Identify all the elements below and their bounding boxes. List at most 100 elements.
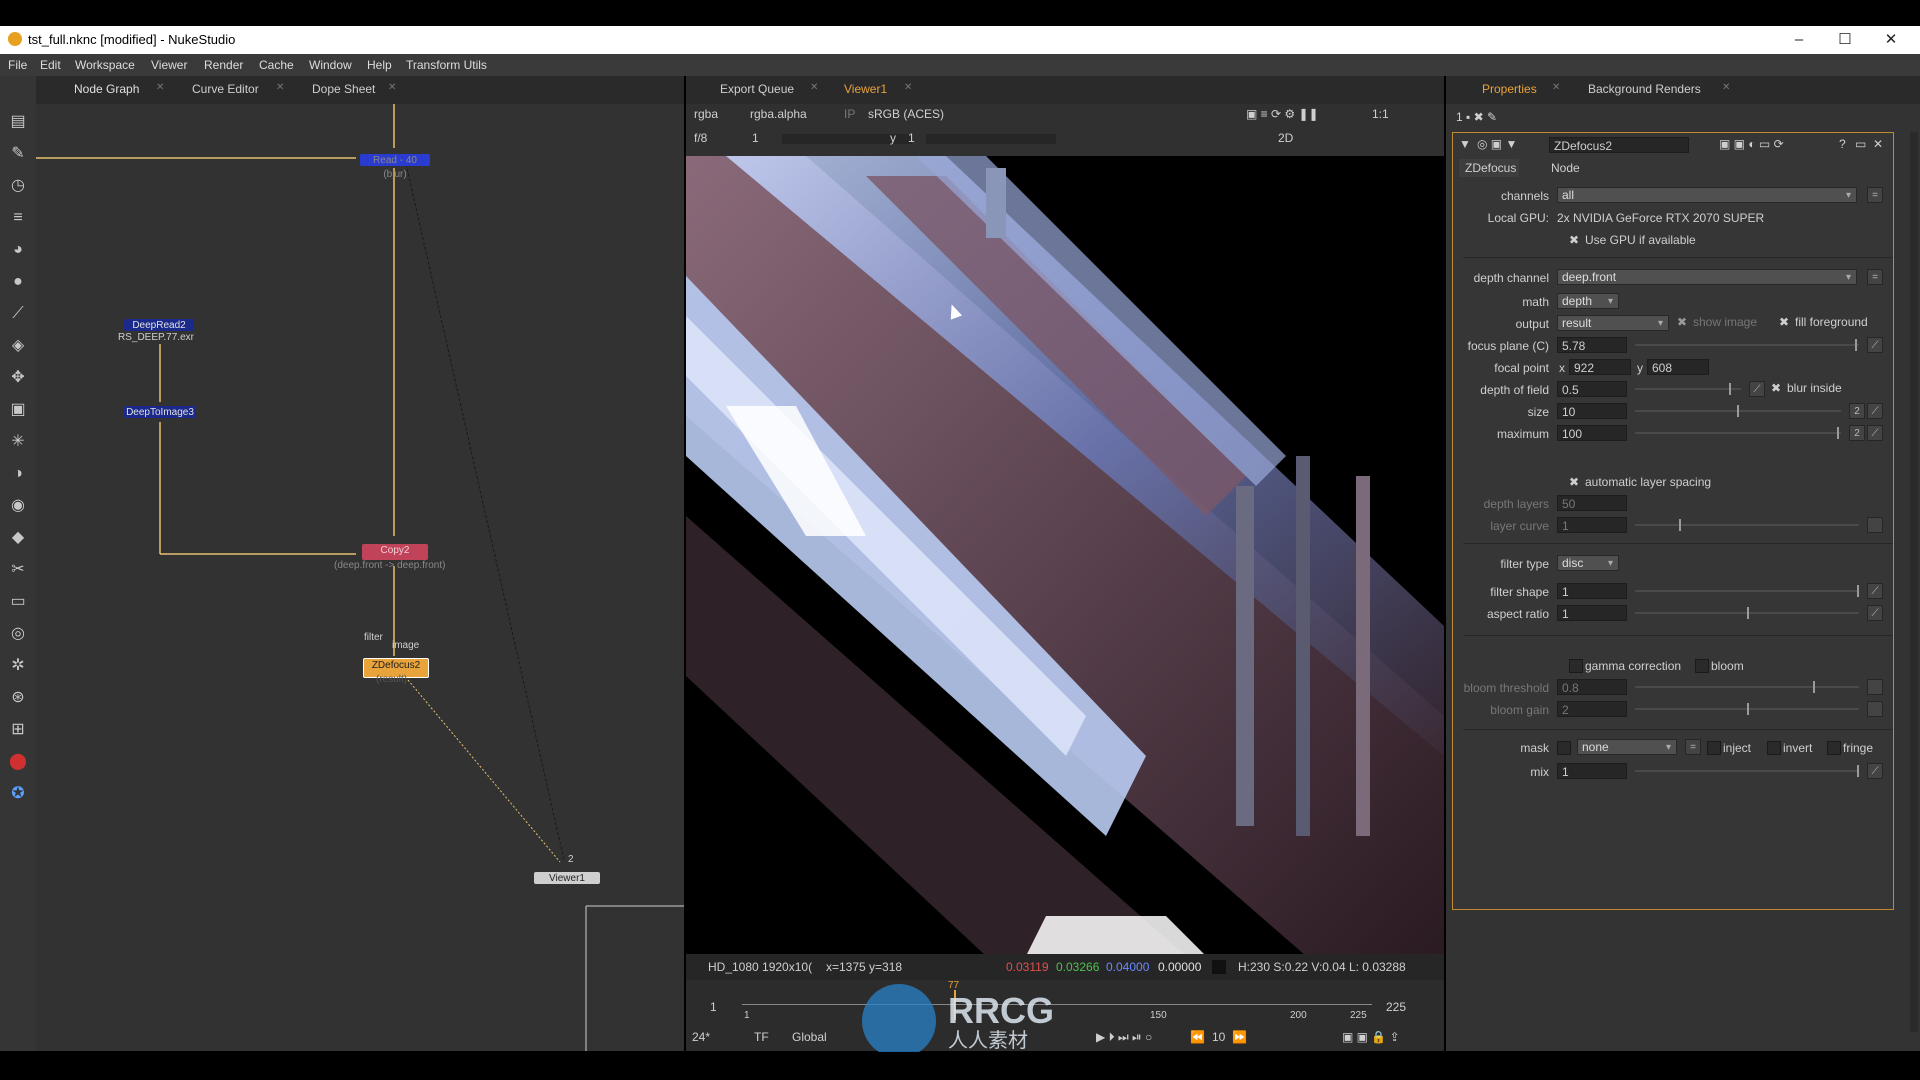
menu-render[interactable]: Render xyxy=(204,58,243,72)
maximum-slider[interactable] xyxy=(1635,425,1841,441)
use-gpu-checkbox[interactable]: ✖ xyxy=(1569,233,1579,247)
splat-tools-icon[interactable]: ✲ xyxy=(8,656,28,676)
curve-icon[interactable]: ⟋ xyxy=(1867,605,1883,621)
mask-dropdown[interactable]: none xyxy=(1577,739,1677,755)
step-forward-icon[interactable]: ⏩ xyxy=(1232,1030,1247,1044)
tab-properties[interactable]: Properties xyxy=(1482,82,1537,96)
node-deepread[interactable]: DeepRead2 xyxy=(124,319,194,331)
global-dropdown[interactable]: Global xyxy=(792,1030,827,1044)
node-buttons-icon[interactable]: ◎ ▣ ▼ xyxy=(1477,137,1517,151)
layer-curve-field[interactable]: 1 xyxy=(1557,517,1627,533)
frame-field[interactable]: 1 xyxy=(752,131,759,145)
filter-tools-icon[interactable]: ● xyxy=(8,272,28,292)
mix-field[interactable]: 1 xyxy=(1557,763,1627,779)
auto-layer-checkbox[interactable]: ✖ xyxy=(1569,475,1579,489)
focus-plane-field[interactable]: 5.78 xyxy=(1557,337,1627,353)
aspect-ratio-field[interactable]: 1 xyxy=(1557,605,1627,621)
properties-toolbar-icon[interactable]: 1 ▪ ✖ ✎ xyxy=(1456,110,1497,124)
timeline-start-field[interactable]: 1 xyxy=(710,1000,717,1014)
viewer-tools-icon[interactable]: ▣ ≡ ⟳ ⚙ ❚❚ xyxy=(1246,107,1319,121)
close-tab-icon[interactable]: ✕ xyxy=(810,82,818,93)
maximum-field[interactable]: 100 xyxy=(1557,425,1627,441)
curve-icon[interactable]: ⟋ xyxy=(1867,583,1883,599)
menu-edit[interactable]: Edit xyxy=(40,58,61,72)
draw-tools-icon[interactable]: ✎ xyxy=(8,144,28,164)
node-read-blur[interactable]: Read - 40 (blur) xyxy=(360,154,430,180)
step-back-icon[interactable]: ⏪ xyxy=(1190,1030,1205,1044)
menu-file[interactable]: File xyxy=(8,58,27,72)
fstop-control[interactable]: f/8 xyxy=(694,131,707,145)
tf-dropdown[interactable]: TF xyxy=(754,1030,769,1044)
deep-tools-icon[interactable]: ◑ xyxy=(8,464,28,484)
inject-checkbox[interactable] xyxy=(1707,741,1721,755)
plugin-tools-icon[interactable]: ⬤ xyxy=(8,752,28,772)
menu-cache[interactable]: Cache xyxy=(259,58,294,72)
curve-icon[interactable]: ⟋ xyxy=(1867,337,1883,353)
depth-of-field-slider[interactable] xyxy=(1635,381,1741,397)
bloom-threshold-field[interactable]: 0.8 xyxy=(1557,679,1627,695)
toolsets-icon[interactable]: ✂ xyxy=(8,560,28,580)
channel-tools-icon[interactable]: ≡ xyxy=(8,208,28,228)
mix-slider[interactable] xyxy=(1635,763,1859,779)
filter-type-dropdown[interactable]: disc xyxy=(1557,555,1619,571)
output-dropdown[interactable]: result xyxy=(1557,315,1669,331)
bloom-gain-extra-button[interactable] xyxy=(1867,701,1883,717)
gamma-correction-checkbox[interactable] xyxy=(1569,659,1583,673)
viewer-image[interactable] xyxy=(686,156,1444,956)
gamma-field[interactable]: 1 xyxy=(908,131,915,145)
menu-transform-utils[interactable]: Transform Utils xyxy=(406,58,487,72)
close-node-icon[interactable]: ✕ xyxy=(1873,137,1883,151)
fps-dropdown[interactable]: 24* xyxy=(692,1030,710,1044)
math-dropdown[interactable]: depth xyxy=(1557,293,1619,309)
node-name-field[interactable]: ZDefocus2 xyxy=(1549,137,1689,153)
menu-workspace[interactable]: Workspace xyxy=(75,58,135,72)
3d-tools-icon[interactable]: ▣ xyxy=(8,400,28,420)
furnace-tools-icon[interactable]: ◎ xyxy=(8,624,28,644)
target-tools-icon[interactable]: ⊛ xyxy=(8,688,28,708)
node-copy[interactable]: Copy2 xyxy=(362,544,428,560)
curve-icon[interactable]: ⟋ xyxy=(1867,425,1883,441)
ip-button[interactable]: IP xyxy=(844,107,855,121)
focal-x-field[interactable]: 922 xyxy=(1569,359,1631,375)
tab-zdefocus[interactable]: ZDefocus xyxy=(1465,161,1516,175)
bloom-threshold-slider[interactable] xyxy=(1635,679,1859,695)
close-tab-icon[interactable]: ✕ xyxy=(1722,82,1730,93)
filter-shape-slider[interactable] xyxy=(1635,583,1859,599)
alpha-dropdown[interactable]: rgba.alpha xyxy=(750,107,807,121)
step-field[interactable]: 10 xyxy=(1212,1030,1225,1044)
node-viewer[interactable]: Viewer1 xyxy=(534,872,600,884)
layer-curve-slider[interactable] xyxy=(1635,517,1859,533)
layer-curve-extra-button[interactable] xyxy=(1867,517,1883,533)
close-tab-icon[interactable]: ✕ xyxy=(1552,82,1560,93)
show-image-checkbox[interactable]: ✖ xyxy=(1677,315,1687,329)
tab-viewer1[interactable]: Viewer1 xyxy=(844,82,887,96)
mask-extra-button[interactable]: = xyxy=(1685,739,1701,755)
focus-plane-slider[interactable] xyxy=(1635,337,1859,353)
curve-icon[interactable]: ⟋ xyxy=(1867,403,1883,419)
colorspace-dropdown[interactable]: sRGB (ACES) xyxy=(868,107,944,121)
timeline[interactable]: 1 1 150 200 225 77 225 xyxy=(686,980,1444,1026)
channels-dropdown[interactable]: all xyxy=(1557,187,1857,203)
transform-tools-icon[interactable]: ✥ xyxy=(8,368,28,388)
fringe-checkbox[interactable] xyxy=(1827,741,1841,755)
curve-icon[interactable]: ⟋ xyxy=(1749,381,1765,397)
bloom-gain-slider[interactable] xyxy=(1635,701,1859,717)
tab-node[interactable]: Node xyxy=(1551,161,1580,175)
other-tools-icon[interactable]: ▭ xyxy=(8,592,28,612)
size-badge[interactable]: 2 xyxy=(1849,403,1865,419)
node-deeptoimage[interactable]: DeepToImage3 xyxy=(124,406,196,418)
grid-tools-icon[interactable]: ⊞ xyxy=(8,720,28,740)
timeline-end-field[interactable]: 225 xyxy=(1386,1000,1406,1014)
fill-foreground-checkbox[interactable]: ✖ xyxy=(1779,315,1789,329)
menu-viewer[interactable]: Viewer xyxy=(151,58,187,72)
bloom-gain-field[interactable]: 2 xyxy=(1557,701,1627,717)
float-icon[interactable]: ▭ xyxy=(1855,137,1866,151)
node-header-icons[interactable]: ▣ ▣ ◐ ▭ ⟳ xyxy=(1719,137,1784,151)
keyer-tools-icon[interactable]: ⟋ xyxy=(8,304,28,324)
depth-layers-field[interactable]: 50 xyxy=(1557,495,1627,511)
minimize-button[interactable]: – xyxy=(1784,30,1814,50)
zoom-dropdown[interactable]: 1:1 xyxy=(1372,107,1389,121)
collapse-icon[interactable]: ▼ xyxy=(1459,137,1471,151)
size-field[interactable]: 10 xyxy=(1557,403,1627,419)
menu-window[interactable]: Window xyxy=(309,58,352,72)
